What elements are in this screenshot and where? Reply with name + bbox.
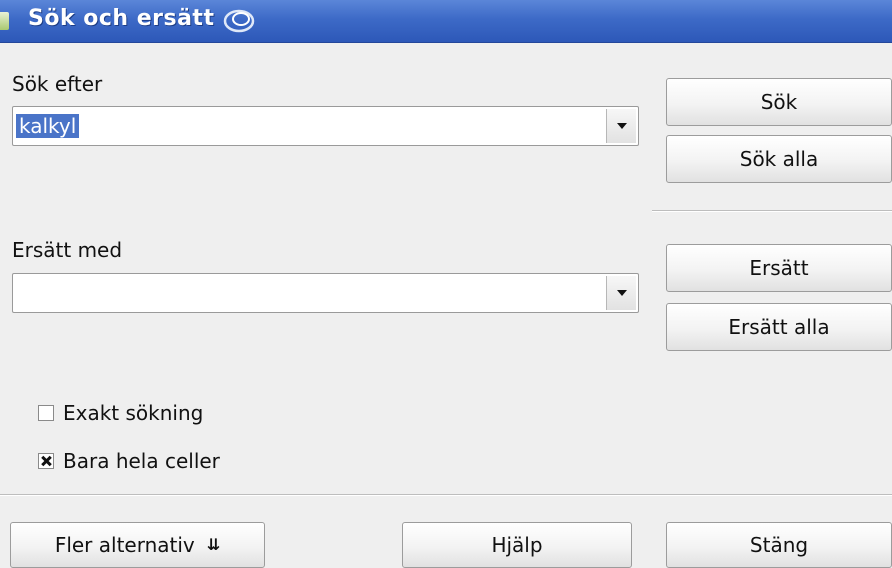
replace-label: Ersätt med (12, 238, 123, 262)
search-combobox[interactable]: kalkyl (12, 106, 639, 146)
whole-cells-checkbox[interactable] (38, 453, 54, 469)
double-chevron-down-icon: ⇊ (206, 535, 221, 554)
whole-cells-label: Bara hela celler (63, 449, 220, 473)
search-label: Sök efter (12, 72, 103, 96)
swirl-icon (223, 9, 255, 33)
separator-right (652, 210, 892, 212)
option-whole-cells[interactable]: Bara hela celler (38, 448, 220, 474)
more-options-button[interactable]: Fler alternativ ⇊ (10, 522, 265, 568)
replace-button[interactable]: Ersätt (666, 244, 892, 292)
replace-combobox[interactable] (12, 273, 639, 313)
option-exact-search[interactable]: Exakt sökning (38, 400, 203, 426)
search-dropdown-button[interactable] (606, 109, 636, 143)
search-input-value[interactable]: kalkyl (16, 114, 80, 138)
app-icon (0, 12, 9, 30)
window-titlebar[interactable]: Sök och ersätt (0, 0, 892, 43)
find-button[interactable]: Sök (666, 78, 892, 126)
exact-search-label: Exakt sökning (63, 401, 204, 425)
more-options-label: Fler alternativ (54, 533, 195, 557)
window-title: Sök och ersätt (28, 6, 215, 31)
replace-dropdown-button[interactable] (606, 276, 636, 310)
exact-search-checkbox[interactable] (38, 405, 54, 421)
chevron-down-icon (616, 123, 627, 129)
find-all-button[interactable]: Sök alla (666, 135, 892, 183)
close-button[interactable]: Stäng (666, 522, 892, 568)
replace-all-button[interactable]: Ersätt alla (666, 303, 892, 351)
chevron-down-icon (616, 290, 627, 296)
separator-bottom (0, 494, 892, 496)
help-button[interactable]: Hjälp (402, 522, 632, 568)
